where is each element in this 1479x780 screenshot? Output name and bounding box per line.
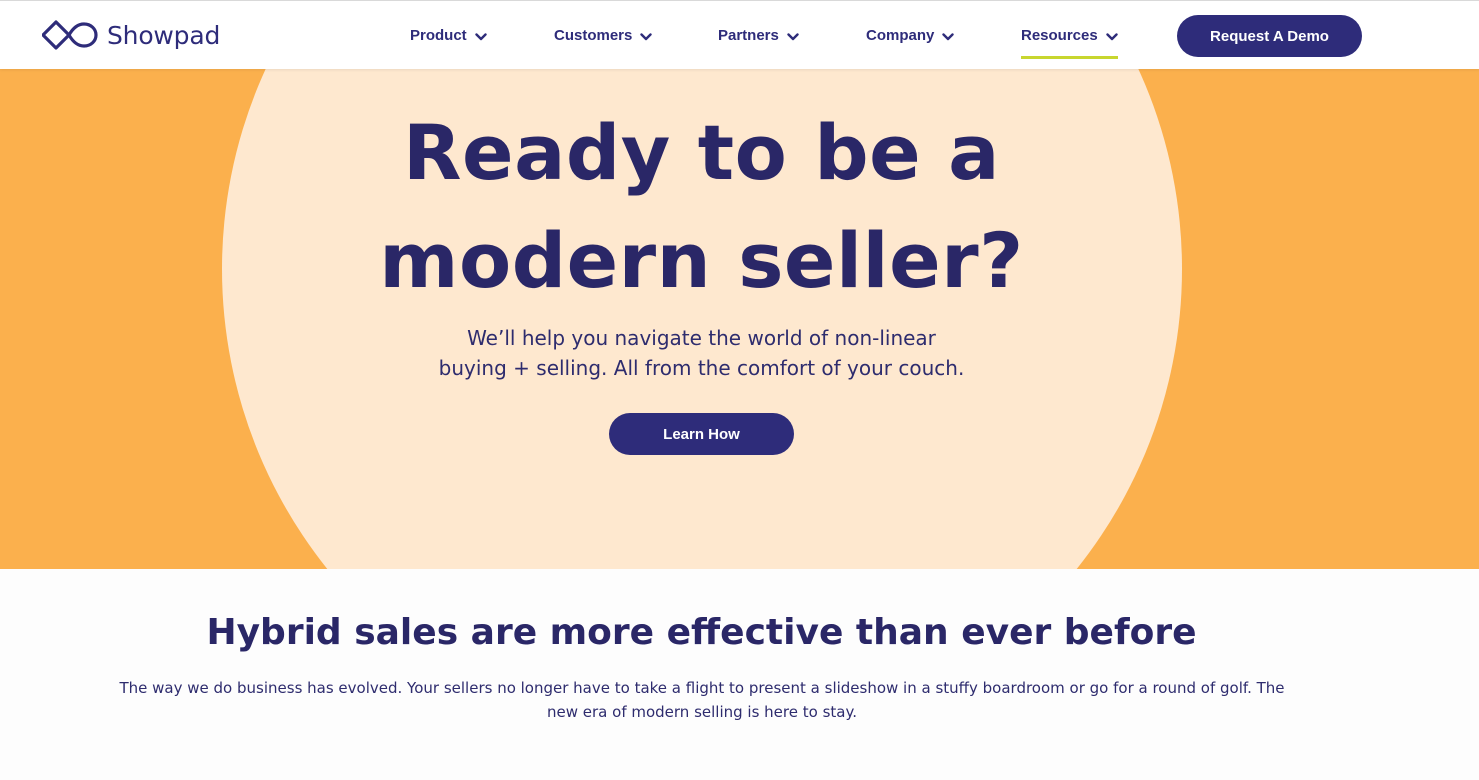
hero-subtitle-line-1: We’ll help you navigate the world of non… [467, 326, 936, 350]
section-text-line-1: The way we do business has evolved. Your… [119, 679, 1285, 697]
nav-product[interactable]: Product [410, 1, 487, 70]
site-header: Showpad Product Customers Partners Compa… [0, 0, 1479, 69]
request-demo-button[interactable]: Request A Demo [1177, 15, 1362, 57]
nav-partners[interactable]: Partners [718, 1, 799, 70]
nav-customers[interactable]: Customers [554, 1, 653, 70]
section-text: The way we do business has evolved. Your… [112, 676, 1292, 724]
nav-resources-label: Resources [1021, 27, 1098, 44]
nav-company[interactable]: Company [866, 1, 955, 70]
showpad-logo-icon [42, 20, 98, 50]
nav-company-label: Company [866, 27, 935, 44]
nav-customers-label: Customers [554, 27, 633, 44]
hero-section: Ready to be a modern seller? We’ll help … [0, 69, 1479, 569]
hero-title: Ready to be a modern seller? [240, 99, 1163, 315]
section-title: Hybrid sales are more effective than eve… [206, 612, 1197, 653]
nav-product-label: Product [410, 27, 467, 44]
learn-how-button[interactable]: Learn How [609, 413, 794, 455]
hero-title-line-2: modern seller? [379, 216, 1024, 305]
logo-text: Showpad [107, 20, 221, 50]
showpad-logo[interactable]: Showpad [42, 19, 220, 51]
chevron-down-icon [1106, 32, 1118, 40]
nav-resources[interactable]: Resources [1021, 1, 1118, 70]
section-text-line-2: new era of modern selling is here to sta… [547, 703, 857, 721]
chevron-down-icon [942, 32, 955, 40]
chevron-down-icon [787, 32, 799, 40]
chevron-down-icon [640, 32, 653, 40]
chevron-down-icon [474, 32, 487, 40]
hero-subtitle-line-2: buying + selling. All from the comfort o… [438, 356, 965, 380]
nav-partners-label: Partners [718, 27, 779, 44]
hero-title-line-1: Ready to be a [403, 108, 1000, 197]
hero-subtitle: We’ll help you navigate the world of non… [380, 323, 1023, 383]
